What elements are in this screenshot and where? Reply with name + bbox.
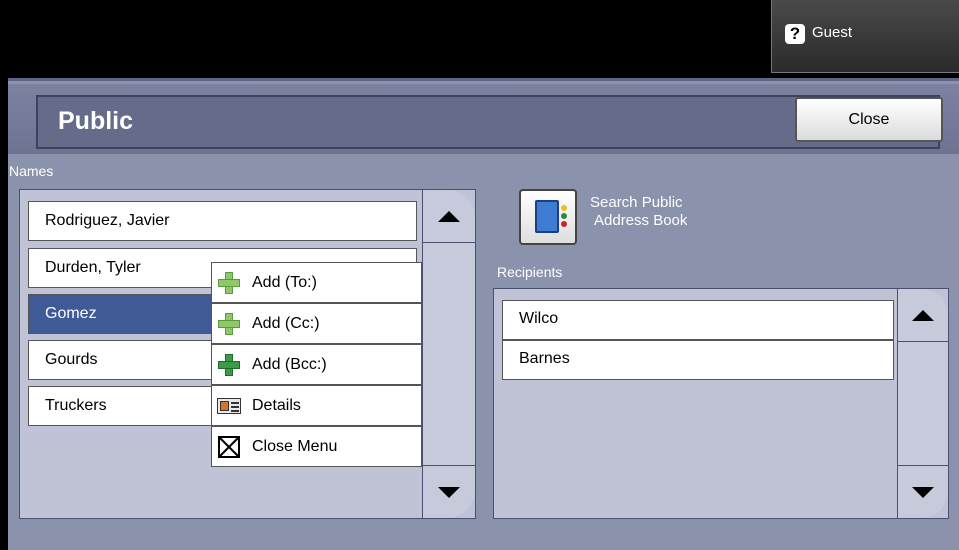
arrow-up-icon [912, 309, 934, 321]
add-dark-green-icon [216, 352, 242, 378]
recipients-list: Wilco Barnes [493, 288, 949, 519]
menu-add-bcc[interactable]: Add (Bcc:) [211, 344, 422, 385]
recipient-barnes[interactable]: Barnes [502, 340, 894, 380]
header-bar: Public Close [8, 84, 959, 154]
recipients-scroll-down-button[interactable] [898, 465, 948, 518]
recipients-scroll-up-button[interactable] [898, 289, 948, 342]
user-label: Guest [812, 24, 853, 41]
names-scroll-down-button[interactable] [423, 465, 475, 518]
arrow-down-icon [912, 486, 934, 498]
menu-item-label: Add (Cc:) [252, 314, 320, 332]
help-icon: ? [785, 24, 805, 44]
names-scroll-up-button[interactable] [423, 190, 475, 243]
close-button[interactable]: Close [795, 97, 943, 142]
search-label: Search Public Address Book [590, 194, 688, 229]
search-address-book-button[interactable] [519, 189, 577, 245]
recipient-wilco[interactable]: Wilco [502, 300, 894, 340]
address-book-icon [535, 200, 559, 233]
menu-close-menu[interactable]: Close Menu [211, 426, 422, 467]
menu-add-cc[interactable]: Add (Cc:) [211, 303, 422, 344]
page-title: Public [58, 107, 134, 135]
menu-item-label: Close Menu [252, 437, 338, 455]
close-box-icon [216, 434, 242, 460]
guest-user-button[interactable]: ? Guest [771, 0, 959, 73]
recipients-scrollbar[interactable] [897, 289, 948, 518]
add-green-icon [216, 270, 242, 296]
recipients-label: Recipients [497, 264, 563, 280]
menu-item-label: Add (Bcc:) [252, 355, 327, 373]
details-card-icon [216, 393, 242, 419]
menu-item-label: Add (To:) [252, 273, 317, 291]
menu-item-label: Details [252, 396, 301, 414]
list-item-rodriguez[interactable]: Rodriguez, Javier [28, 201, 417, 241]
arrow-up-icon [438, 210, 460, 222]
arrow-down-icon [438, 486, 460, 498]
names-label: Names [9, 163, 54, 179]
menu-add-to[interactable]: Add (To:) [211, 262, 422, 303]
menu-details[interactable]: Details [211, 385, 422, 426]
add-green-icon [216, 311, 242, 337]
names-scrollbar[interactable] [422, 190, 475, 518]
